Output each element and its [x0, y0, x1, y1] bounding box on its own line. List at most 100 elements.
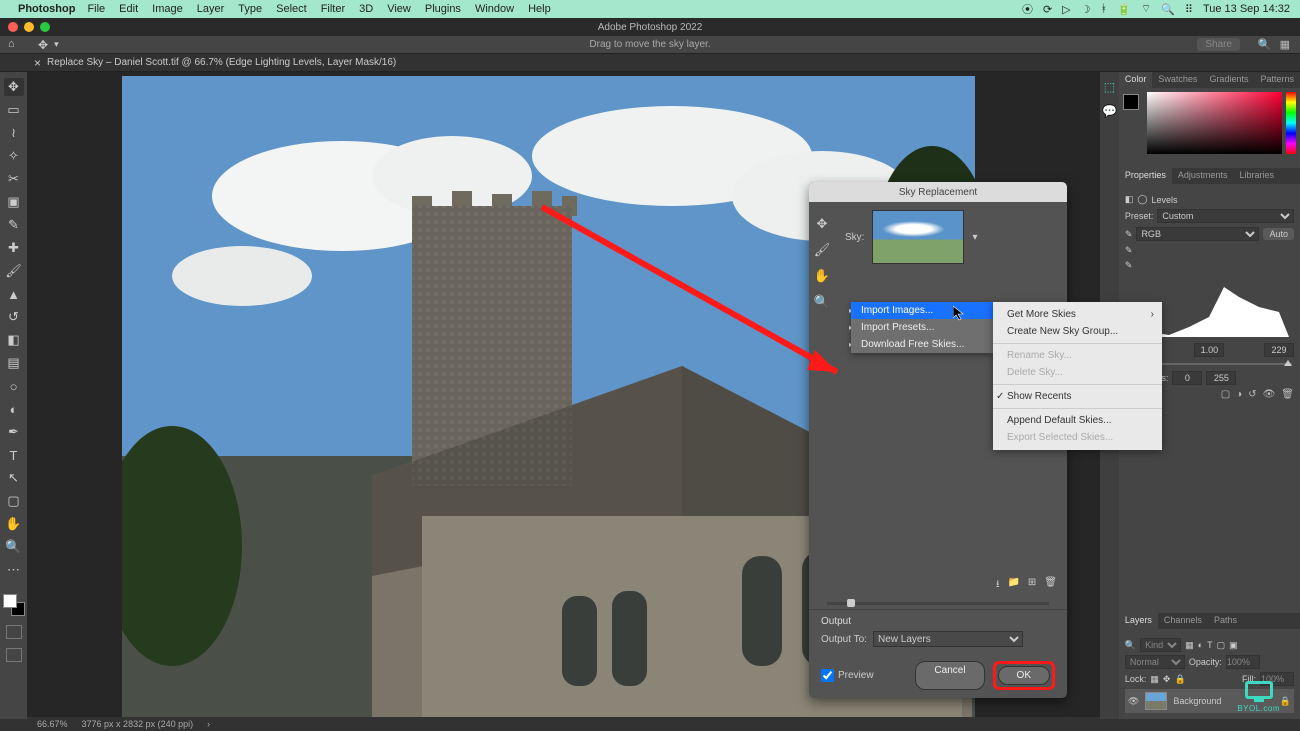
output-to-select[interactable]: New Layers [873, 631, 1023, 647]
workspace-icon[interactable]: ▦ [1280, 38, 1290, 51]
status-chevron[interactable]: › [207, 719, 210, 729]
document-tab[interactable]: × Replace Sky – Daniel Scott.tif @ 66.7%… [0, 54, 1300, 72]
search-icon[interactable]: 🔍 [1125, 640, 1136, 651]
menu-layer[interactable]: Layer [197, 3, 225, 15]
history-brush-tool[interactable]: ↺ [4, 308, 24, 326]
cancel-button[interactable]: Cancel [915, 661, 984, 690]
frame-tool[interactable]: ▣ [4, 193, 24, 211]
filter-shape-icon[interactable]: ▢ [1217, 640, 1226, 651]
zoom-tool[interactable]: 🔍 [4, 538, 24, 556]
gradient-tool[interactable]: ▤ [4, 354, 24, 372]
color-panel[interactable] [1119, 88, 1300, 168]
menu-view[interactable]: View [387, 3, 411, 15]
zoom-level[interactable]: 66.67% [37, 719, 68, 729]
menu-import-images[interactable]: Import Images... [851, 302, 993, 319]
minimize-window-button[interactable] [24, 22, 34, 32]
preset-select[interactable]: Custom [1157, 209, 1294, 223]
menu-help[interactable]: Help [528, 3, 551, 15]
crop-tool[interactable]: ✂ [4, 170, 24, 188]
tab-channels[interactable]: Channels [1158, 613, 1208, 629]
menu-window[interactable]: Window [475, 3, 514, 15]
fg-color-well[interactable] [1123, 94, 1139, 110]
lock-pixels-icon[interactable]: ▦ [1150, 674, 1159, 685]
tab-layers[interactable]: Layers [1119, 613, 1158, 629]
menu-select[interactable]: Select [276, 3, 307, 15]
menu-new-sky-group[interactable]: Create New Sky Group... [993, 323, 1162, 340]
sky-preset-thumb[interactable] [872, 210, 964, 264]
filter-kind-select[interactable]: Kind [1140, 638, 1181, 652]
blend-mode-select[interactable]: Normal [1125, 655, 1185, 669]
blur-tool[interactable]: ○ [4, 377, 24, 395]
prev-icon[interactable]: ◑ [1236, 389, 1242, 400]
preview-check-input[interactable] [821, 669, 834, 682]
healing-tool[interactable]: ✚ [4, 239, 24, 257]
menu-edit[interactable]: Edit [119, 3, 138, 15]
filter-adjust-icon[interactable]: ◐ [1198, 640, 1203, 650]
dodge-tool[interactable]: ◐ [4, 400, 24, 418]
close-window-button[interactable] [8, 22, 18, 32]
tab-libraries[interactable]: Libraries [1233, 168, 1280, 184]
input-mid[interactable] [1194, 343, 1224, 357]
input-white[interactable] [1264, 343, 1294, 357]
eyedropper-black-icon[interactable]: ✎ [1125, 229, 1133, 240]
tab-gradients[interactable]: Gradients [1203, 72, 1254, 88]
stamp-tool[interactable]: ▲ [4, 285, 24, 303]
tool-preset-dropdown[interactable]: ▾ [54, 39, 59, 50]
sky-move-tool[interactable]: ✥ [817, 216, 828, 232]
menubar-app[interactable]: Photoshop [18, 3, 75, 15]
tab-adjustments[interactable]: Adjustments [1172, 168, 1234, 184]
sky-dropdown-icon[interactable]: ▾ [972, 232, 977, 243]
menu-get-more-skies[interactable]: Get More Skies [993, 306, 1162, 323]
quickmask-icon[interactable] [6, 625, 22, 639]
screenmode-icon[interactable] [6, 648, 22, 662]
lock-position-icon[interactable]: ✥ [1163, 674, 1171, 685]
eraser-tool[interactable]: ◧ [4, 331, 24, 349]
eyedropper-gray-icon[interactable]: ✎ [1125, 245, 1133, 256]
channel-select[interactable]: RGB [1136, 227, 1259, 241]
path-tool[interactable]: ↖ [4, 469, 24, 487]
foreground-swatch[interactable] [3, 594, 17, 608]
sky-brush-tool[interactable]: 🖌 [814, 242, 831, 258]
share-button[interactable]: Share [1197, 38, 1240, 51]
more-tools[interactable]: ⋯ [4, 561, 24, 579]
filter-smart-icon[interactable]: ▣ [1229, 640, 1238, 651]
shape-tool[interactable]: ▢ [4, 492, 24, 510]
eyedropper-tool[interactable]: ✎ [4, 216, 24, 234]
chat-mini-icon[interactable]: 💬 [1102, 104, 1117, 118]
color-swatches[interactable] [3, 594, 25, 616]
hue-slider[interactable] [1286, 92, 1296, 154]
type-tool[interactable]: T [4, 446, 24, 464]
close-tab-icon[interactable]: × [34, 56, 41, 70]
menu-import-presets[interactable]: Import Presets... [851, 319, 993, 336]
delete-preset-icon[interactable]: 🗑 [1044, 577, 1057, 594]
brush-tool[interactable]: 🖌 [4, 262, 24, 280]
menu-image[interactable]: Image [152, 3, 183, 15]
marquee-tool[interactable]: ▭ [4, 101, 24, 119]
sky-hand-tool[interactable]: ✋ [814, 268, 830, 284]
menu-filter[interactable]: Filter [321, 3, 345, 15]
tab-properties[interactable]: Properties [1119, 168, 1172, 184]
layer-lock-icon[interactable]: 🔒 [1280, 696, 1291, 707]
reset-icon[interactable]: ↺ [1248, 389, 1256, 400]
home-icon[interactable]: ⌂ [8, 38, 24, 52]
filter-pixel-icon[interactable]: ▦ [1185, 640, 1194, 651]
lock-all-icon[interactable]: 🔒 [1174, 674, 1185, 685]
color-mini-icon[interactable]: ⬚ [1104, 80, 1115, 94]
search-icon[interactable]: 🔍 [1258, 38, 1272, 51]
filter-type-icon[interactable]: T [1207, 640, 1213, 650]
tab-color[interactable]: Color [1119, 72, 1153, 88]
menu-show-recents[interactable]: Show Recents [993, 388, 1162, 405]
menubar-clock[interactable]: Tue 13 Sep 14:32 [1203, 3, 1290, 15]
output-black[interactable] [1172, 371, 1202, 385]
preview-checkbox[interactable]: Preview [821, 669, 874, 682]
move-tool-icon[interactable]: ✥ [38, 38, 48, 52]
color-picker-field[interactable] [1147, 92, 1282, 154]
ok-button[interactable]: OK [998, 666, 1050, 685]
sky-zoom-tool[interactable]: 🔍 [814, 294, 830, 310]
eyedropper-white-icon[interactable]: ✎ [1125, 260, 1133, 271]
menu-download-free-skies[interactable]: Download Free Skies... [851, 336, 993, 353]
menu-append-default[interactable]: Append Default Skies... [993, 412, 1162, 429]
trash-icon[interactable]: 🗑 [1281, 389, 1294, 400]
tab-patterns[interactable]: Patterns [1254, 72, 1300, 88]
opacity-input[interactable] [1226, 655, 1260, 669]
